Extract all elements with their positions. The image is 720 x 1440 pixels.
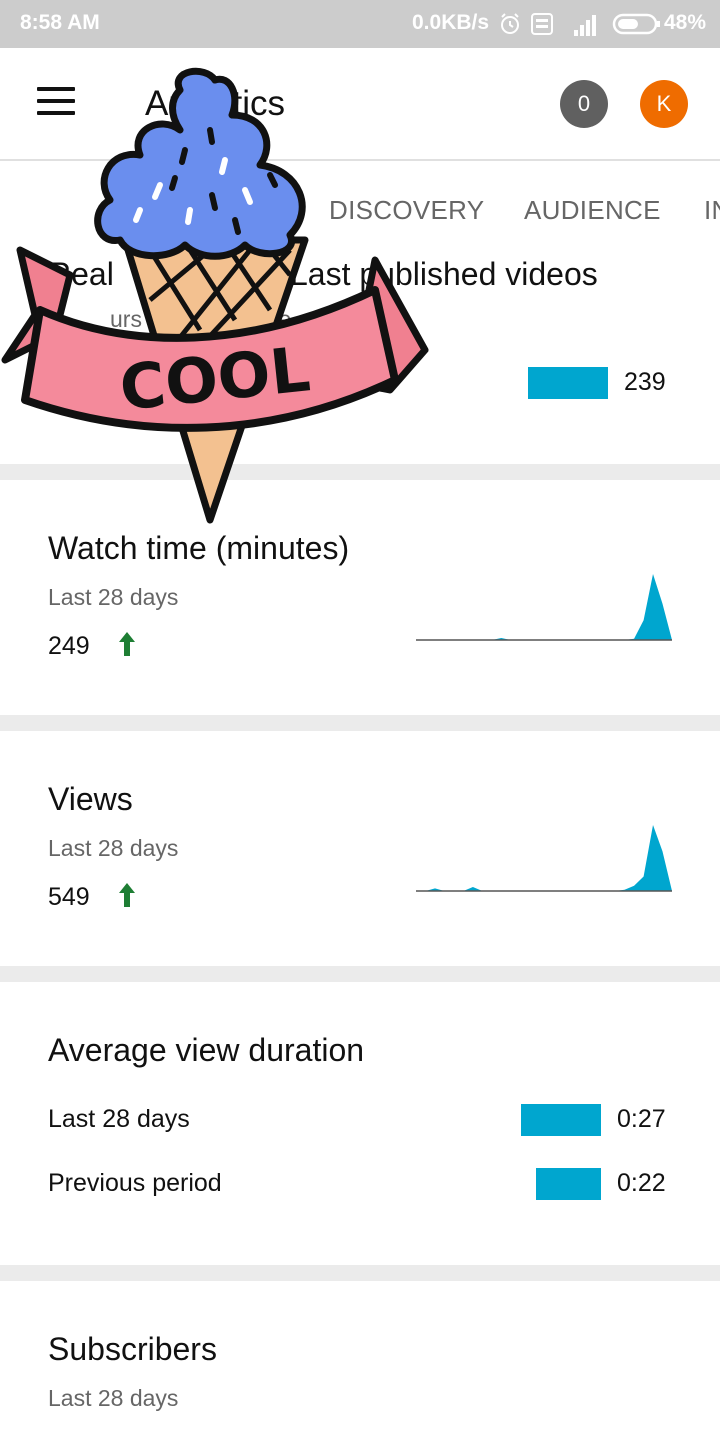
notification-badge[interactable]: 0: [560, 80, 608, 128]
divider: [0, 1265, 720, 1281]
subscribers-card[interactable]: Subscribers Last 28 days: [0, 1281, 720, 1440]
status-time: 8:58 AM: [20, 11, 100, 34]
views-value: 549: [48, 883, 90, 911]
avatar-letter: K: [656, 91, 672, 116]
tab-in[interactable]: IN: [704, 195, 720, 226]
sparkline-area: [416, 574, 672, 640]
subscribers-period: Last 28 days: [48, 1385, 179, 1411]
watch-time-value: 249: [48, 632, 90, 660]
battery-icon: [612, 13, 660, 35]
avg-duration-row-value: 0:22: [617, 1169, 666, 1197]
avg-duration-row-label: Previous period: [48, 1169, 222, 1197]
watch-time-title: Watch time (minutes): [48, 530, 350, 566]
alarm-icon: [501, 13, 519, 34]
signal-4g-icon: [574, 15, 596, 36]
ice-cream-sticker: COOL: [1, 67, 429, 524]
avg-duration-bar: [521, 1104, 601, 1136]
realtime-bar: [528, 367, 608, 399]
arrow-up-icon: [119, 883, 135, 907]
avg-duration-title: Average view duration: [48, 1032, 365, 1068]
watch-time-sparkline: [416, 574, 672, 641]
sparkline-area: [416, 825, 672, 891]
tab-audience[interactable]: AUDIENCE: [524, 195, 661, 226]
status-network-speed: 0.0KB/s: [412, 11, 490, 34]
avg-duration-row-label: Last 28 days: [48, 1105, 190, 1133]
views-period: Last 28 days: [48, 835, 179, 861]
views-card[interactable]: Views Last 28 days 549: [0, 731, 720, 966]
status-battery: 48%: [664, 11, 707, 34]
status-bar: 8:58 AM 0.0KB/s 48%: [0, 0, 720, 48]
notification-count: 0: [577, 91, 591, 116]
volte-icon: [531, 13, 553, 35]
divider: [0, 966, 720, 982]
avatar[interactable]: K: [640, 80, 688, 128]
subscribers-title: Subscribers: [48, 1331, 217, 1367]
views-title: Views: [48, 781, 133, 817]
arrow-up-icon: [119, 632, 135, 656]
avg-duration-row-value: 0:27: [617, 1105, 666, 1133]
realtime-value: 239: [624, 368, 666, 396]
views-sparkline: [416, 825, 672, 892]
avg-duration-card[interactable]: Average view duration Last 28 days 0:27 …: [0, 982, 720, 1265]
avg-duration-bar: [536, 1168, 601, 1200]
watch-time-period: Last 28 days: [48, 584, 179, 610]
divider: [0, 715, 720, 731]
